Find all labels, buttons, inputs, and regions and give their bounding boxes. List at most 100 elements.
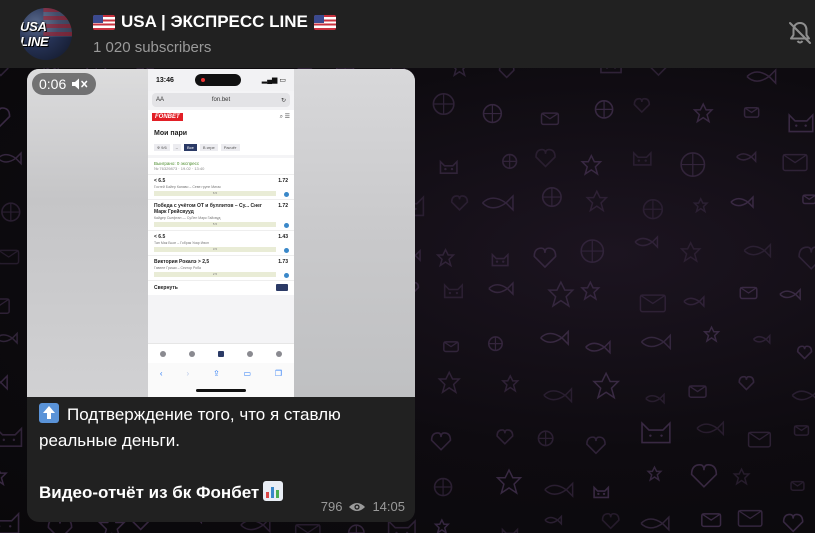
message-bubble[interactable]: 0:06 13:46 ▂▄▆ ▭ AA fon.bet ↻ FONBET ⌕ ☰… — [27, 69, 415, 522]
wallpaper-doodle — [632, 151, 652, 166]
bet-rows: < 6.5 1.72 Гостей Байер Капаво – Севе груп… — [148, 175, 294, 281]
wallpaper-doodle — [739, 286, 758, 300]
wallpaper-doodle — [586, 436, 606, 455]
wallpaper-doodle — [645, 392, 665, 405]
bet-row: Победа с учётом ОТ и буллитов – Су... Сн… — [148, 200, 294, 231]
wallpaper-doodle — [696, 420, 725, 437]
wallpaper-doodle — [432, 92, 455, 116]
wallpaper-doodle — [496, 429, 514, 445]
wallpaper-doodle — [593, 485, 610, 499]
wallpaper-doodle — [450, 195, 469, 212]
phone-browser-toolbar: ‹ › ⇪ ▭ ❐ — [148, 363, 294, 397]
bet-odds: 1.72 — [278, 203, 288, 209]
subscriber-count: 1 020 subscribers — [93, 39, 212, 56]
wallpaper-doodle — [430, 432, 452, 451]
phone-page-heading: Мои пари — [148, 124, 294, 141]
wallpaper-doodle — [0, 374, 8, 391]
phone-signal-icon: ▂▄▆ ▭ — [261, 77, 286, 84]
wallpaper-doodle — [650, 68, 667, 77]
phone-tab: Расчёт — [220, 144, 240, 151]
wallpaper-doodle — [782, 153, 808, 172]
wallpaper-doodle — [594, 99, 614, 119]
video-time-badge[interactable]: 0:06 — [32, 73, 97, 95]
wallpaper-doodle — [387, 519, 416, 533]
wallpaper-doodle — [0, 298, 10, 314]
wallpaper-doodle — [779, 287, 801, 301]
wallpaper-doodle — [585, 189, 609, 213]
wallpaper-doodle — [580, 239, 605, 263]
eye-icon — [349, 502, 366, 511]
wallpaper-doodle — [640, 515, 670, 532]
nav-dot-icon — [217, 350, 224, 357]
wallpaper-doodle — [736, 150, 757, 164]
volume-icon[interactable] — [71, 77, 89, 91]
wallpaper-doodle — [537, 430, 554, 447]
chart-emoji-icon — [263, 481, 284, 501]
wallpaper-doodle — [437, 370, 461, 395]
wallpaper-doodle — [0, 426, 23, 447]
channel-info[interactable]: USA | ЭКСПРЕСС LINE 1 020 subscribers — [93, 12, 336, 56]
wallpaper-doodle — [790, 480, 805, 491]
message-spacer — [39, 454, 409, 480]
bet-odds: 1.43 — [278, 234, 288, 240]
wallpaper-doodle — [482, 103, 503, 124]
wallpaper-doodle — [788, 113, 814, 133]
wallpaper-doodle — [0, 249, 20, 265]
wallpaper-doodle — [540, 112, 560, 126]
bet-result-bar: 6.5 — [154, 191, 276, 196]
home-indicator — [196, 389, 246, 392]
wallpaper-doodle — [535, 148, 556, 168]
flag-us-icon — [313, 14, 336, 30]
wallpaper-doodle — [791, 390, 815, 401]
wallpaper-doodle — [782, 513, 804, 533]
mute-icon[interactable] — [787, 20, 813, 46]
wallpaper-doodle — [0, 511, 20, 533]
coupon-sub: № 76329873 · 19.02 · 13:40 — [148, 166, 294, 175]
bet-detail: Гавеле Гриши – Сектор Роба — [154, 266, 201, 270]
wallpaper-doodle — [347, 524, 365, 533]
wallpaper-doodle — [433, 477, 453, 497]
wallpaper-doodle — [798, 246, 815, 270]
wallpaper-doodle — [692, 102, 714, 124]
message-text: Подтверждение того, что я ставлю реальны… — [39, 402, 409, 506]
phone-header-icons: ⌕ ☰ — [279, 114, 290, 120]
wallpaper-doodle — [802, 194, 815, 205]
wallpaper-doodle — [0, 331, 18, 345]
share-icon: ⇪ — [212, 369, 220, 378]
phone-screen-recording: 13:46 ▂▄▆ ▭ AA fon.bet ↻ FONBET ⌕ ☰ Мои … — [148, 69, 294, 397]
wallpaper-doodle — [747, 431, 772, 448]
wallpaper-doodle — [500, 374, 520, 393]
phone-tabs: Ф 9/6 – Все В игре Расчёт — [148, 141, 294, 155]
coupon-head: Выиграно: 0 экспресс — [154, 161, 200, 166]
wallpaper-doodle — [452, 68, 466, 77]
phone-site-header: FONBET ⌕ ☰ — [148, 110, 294, 124]
wallpaper-doodle — [679, 241, 702, 263]
wallpaper-doodle — [633, 97, 651, 114]
wallpaper-doodle — [0, 151, 22, 166]
message-paragraph-1: Подтверждение того, что я ставлю реальны… — [39, 402, 409, 454]
phone-clock: 13:46 — [156, 76, 174, 84]
check-icon — [284, 223, 289, 228]
wallpaper-doodle — [639, 294, 666, 313]
wallpaper-doodle — [680, 152, 706, 178]
bet-detail: Тан Мак Бьон – Гобрак Укар Ивон — [154, 241, 209, 245]
wallpaper-doodle — [294, 523, 321, 533]
wallpaper-doodle — [487, 336, 503, 352]
wallpaper-doodle — [544, 481, 574, 498]
nav-dot-icon — [276, 350, 283, 357]
nav-dot-icon — [159, 350, 166, 357]
bet-title: < 6.5 — [154, 178, 166, 184]
forward-icon: › — [186, 369, 190, 378]
wallpaper-doodle — [646, 465, 663, 482]
video-player[interactable]: 0:06 13:46 ▂▄▆ ▭ AA fon.bet ↻ FONBET ⌕ ☰… — [27, 69, 415, 397]
bet-title: Виктория Рокалэ > 2,5 — [154, 259, 210, 265]
bet-detail: Кайдер Сьефтан — СуЛен Марк Гайсвуд — [154, 216, 221, 220]
channel-avatar[interactable]: USA LINE — [20, 8, 72, 60]
nav-dot-icon — [247, 350, 254, 357]
wallpaper-doodle — [601, 512, 620, 530]
wallpaper-doodle — [0, 107, 11, 128]
phone-tab: Ф 9/6 — [154, 144, 170, 151]
bet-odds: 1.72 — [278, 178, 288, 184]
wallpaper-doodle — [544, 514, 563, 526]
wallpaper-doodle — [701, 513, 722, 528]
